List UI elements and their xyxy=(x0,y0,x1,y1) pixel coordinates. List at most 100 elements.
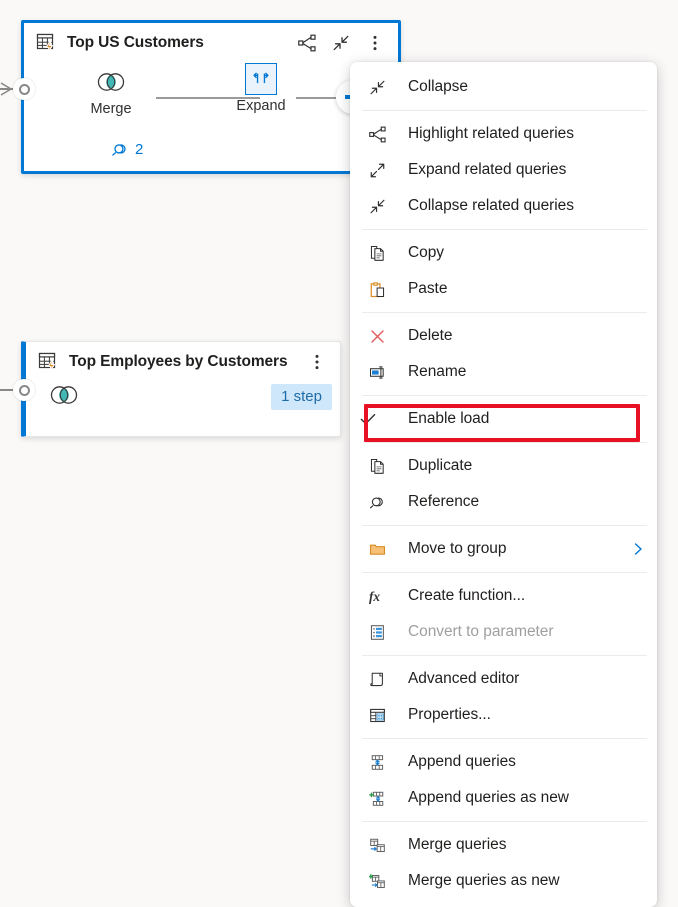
menu-item-label: Advanced editor xyxy=(408,670,519,688)
append-queries-as-new-icon xyxy=(364,790,390,807)
menu-item-label: Highlight related queries xyxy=(408,125,574,143)
menu-item-expand-related-queries[interactable]: Expand related queries xyxy=(350,152,657,188)
copy-icon xyxy=(364,245,390,262)
checkmark-icon xyxy=(355,410,381,428)
menu-item-label: Properties... xyxy=(408,706,491,724)
menu-separator xyxy=(362,312,647,313)
chevron-right-icon xyxy=(631,542,645,556)
share-nodes-icon xyxy=(364,126,390,143)
table-query-icon xyxy=(38,351,60,373)
menu-separator xyxy=(362,655,647,656)
merge-queries-icon xyxy=(364,837,390,854)
menu-item-delete[interactable]: Delete xyxy=(350,318,657,354)
query-card-header: Top Employees by Customers xyxy=(26,342,340,372)
query-card-title: Top US Customers xyxy=(67,34,204,52)
more-options-icon[interactable] xyxy=(307,352,327,372)
menu-separator xyxy=(362,821,647,822)
menu-item-create-function[interactable]: fx Create function... xyxy=(350,578,657,614)
menu-item-collapse[interactable]: Collapse xyxy=(350,69,657,105)
parameter-icon xyxy=(364,624,390,641)
merge-venn-icon xyxy=(66,67,156,97)
expand-columns-icon xyxy=(245,63,277,95)
menu-item-label: Collapse related queries xyxy=(408,197,574,215)
query-step-merge[interactable]: Merge xyxy=(66,67,156,117)
expand-arrows-icon xyxy=(364,162,390,179)
query-card-top-employees-by-customers[interactable]: Top Employees by Customers xyxy=(21,341,341,437)
query-steps-row: 1 step xyxy=(26,380,340,414)
menu-item-label: Merge queries xyxy=(408,836,506,854)
paste-icon xyxy=(364,281,390,298)
menu-item-collapse-related-queries[interactable]: Collapse related queries xyxy=(350,188,657,224)
folder-icon xyxy=(364,541,390,558)
query-card-header-actions xyxy=(307,352,330,372)
menu-item-merge-queries[interactable]: Merge queries xyxy=(350,827,657,863)
menu-item-paste[interactable]: Paste xyxy=(350,271,657,307)
reference-link-icon xyxy=(364,494,390,511)
menu-item-label: Collapse xyxy=(408,78,468,96)
query-card-top-us-customers[interactable]: Top US Customers xyxy=(21,20,401,174)
menu-item-label: Merge queries as new xyxy=(408,872,560,890)
menu-item-copy[interactable]: Copy xyxy=(350,235,657,271)
menu-item-label: Duplicate xyxy=(408,457,472,475)
table-query-icon xyxy=(36,32,58,54)
query-card-header-actions xyxy=(297,33,388,53)
fx-icon: fx xyxy=(364,588,390,605)
step-count-badge[interactable]: 1 step xyxy=(271,384,332,410)
menu-separator xyxy=(362,572,647,573)
diagram-canvas[interactable]: Top US Customers xyxy=(0,0,678,829)
menu-item-label: Append queries as new xyxy=(408,789,569,807)
share-nodes-icon[interactable] xyxy=(297,33,317,53)
menu-item-label: Rename xyxy=(408,363,466,381)
menu-item-enable-load[interactable]: Enable load xyxy=(350,401,657,437)
menu-item-advanced-editor[interactable]: Advanced editor xyxy=(350,661,657,697)
more-options-icon[interactable] xyxy=(365,33,385,53)
incoming-edge-arrow-1 xyxy=(0,80,14,98)
menu-item-merge-queries-as-new[interactable]: Merge queries as new xyxy=(350,863,657,899)
properties-icon xyxy=(364,707,390,724)
reference-link-icon xyxy=(110,141,129,158)
query-input-port-1[interactable] xyxy=(13,78,35,100)
menu-item-properties[interactable]: Properties... xyxy=(350,697,657,733)
menu-item-label: Append queries xyxy=(408,753,516,771)
menu-item-label: Create function... xyxy=(408,587,525,605)
menu-item-move-to-group[interactable]: Move to group xyxy=(350,531,657,567)
collapse-icon xyxy=(364,198,390,215)
menu-item-label: Reference xyxy=(408,493,479,511)
query-step-label: Merge xyxy=(66,101,156,117)
query-step-expand[interactable]: Expand xyxy=(216,64,306,114)
menu-item-duplicate[interactable]: Duplicate xyxy=(350,448,657,484)
query-context-menu[interactable]: Collapse Highlight related queries xyxy=(350,62,657,907)
menu-item-label: Delete xyxy=(408,327,453,345)
menu-item-rename[interactable]: Rename xyxy=(350,354,657,390)
menu-item-label: Enable load xyxy=(408,410,489,428)
menu-separator xyxy=(362,229,647,230)
menu-item-append-queries[interactable]: Append queries xyxy=(350,744,657,780)
menu-separator xyxy=(362,110,647,111)
reference-count-value: 2 xyxy=(135,141,143,158)
menu-separator xyxy=(362,395,647,396)
menu-separator xyxy=(362,442,647,443)
menu-item-append-queries-as-new[interactable]: Append queries as new xyxy=(350,780,657,816)
menu-item-reference[interactable]: Reference xyxy=(350,484,657,520)
expand-step-glyph xyxy=(216,64,306,94)
menu-item-label: Expand related queries xyxy=(408,161,566,179)
menu-item-convert-to-parameter: Convert to parameter xyxy=(350,614,657,650)
menu-separator xyxy=(362,738,647,739)
menu-item-label: Copy xyxy=(408,244,444,262)
svg-text:fx: fx xyxy=(369,589,380,604)
advanced-editor-icon xyxy=(364,671,390,688)
query-steps-row: Merge Expand xyxy=(24,67,398,127)
menu-item-highlight-related-queries[interactable]: Highlight related queries xyxy=(350,116,657,152)
query-card-title: Top Employees by Customers xyxy=(69,353,287,371)
query-step-label: Expand xyxy=(216,98,306,114)
merge-queries-as-new-icon xyxy=(364,873,390,890)
query-card-header: Top US Customers xyxy=(24,23,398,53)
delete-x-icon xyxy=(364,328,390,345)
menu-item-label: Paste xyxy=(408,280,447,298)
menu-item-label: Move to group xyxy=(408,540,506,558)
append-queries-icon xyxy=(364,754,390,771)
query-input-port-2[interactable] xyxy=(13,379,35,401)
duplicate-icon xyxy=(364,458,390,475)
reference-count[interactable]: 2 xyxy=(110,141,143,158)
collapse-icon[interactable] xyxy=(331,33,351,53)
